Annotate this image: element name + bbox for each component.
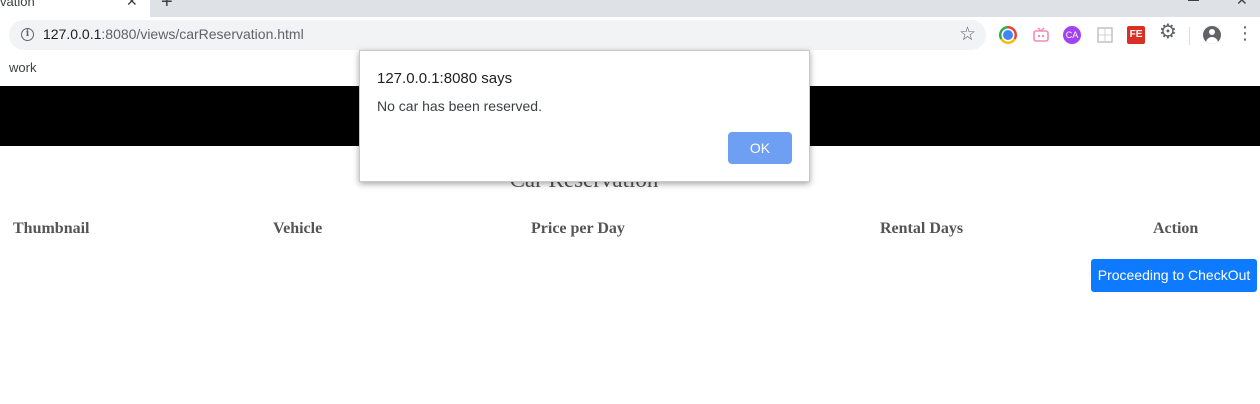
fe-extension-icon[interactable]: FE [1127, 26, 1145, 44]
gear-icon[interactable]: ⚙ [1159, 22, 1179, 42]
url-text[interactable]: 127.0.0.1:8080/views/carReservation.html [43, 26, 304, 42]
checkout-button[interactable]: Proceeding to CheckOut [1091, 259, 1257, 292]
column-rental-days: Rental Days [880, 220, 964, 237]
bookmark-work[interactable]: work [9, 60, 36, 75]
alert-dialog: 127.0.0.1:8080 says No car has been rese… [359, 50, 810, 182]
column-thumbnail: Thumbnail [13, 220, 90, 237]
window-restore-icon[interactable] [1188, 0, 1199, 1]
address-bar[interactable]: i 127.0.0.1:8080/views/carReservation.ht… [9, 20, 986, 50]
new-tab-icon[interactable]: + [161, 0, 173, 14]
browser-tab[interactable]: vation ✕ [0, 0, 150, 17]
site-info-icon[interactable]: i [21, 28, 34, 41]
browser-toolbar: i 127.0.0.1:8080/views/carReservation.ht… [0, 17, 1260, 53]
ca-extension-icon[interactable]: CA [1063, 26, 1081, 44]
column-vehicle: Vehicle [273, 220, 323, 237]
browser-menu-icon[interactable]: ⋮ [1236, 23, 1254, 44]
bookmark-star-icon[interactable]: ☆ [959, 23, 976, 46]
tab-strip: vation ✕ + ✕ [0, 0, 1260, 17]
chrome-extension-icon[interactable] [999, 26, 1017, 44]
tab-close-icon[interactable]: ✕ [126, 0, 138, 10]
column-price-per-day: Price per Day [531, 220, 625, 237]
url-host: 127.0.0.1 [43, 26, 102, 42]
toolbar-divider [1189, 27, 1190, 45]
window-close-icon[interactable]: ✕ [1236, 0, 1248, 9]
account-icon[interactable] [1203, 26, 1221, 44]
tab-title: vation [0, 0, 35, 9]
column-action: Action [1153, 220, 1199, 237]
ok-button[interactable]: OK [728, 132, 792, 164]
alert-message: No car has been reserved. [377, 98, 542, 114]
url-path: :8080/views/carReservation.html [101, 26, 304, 42]
grid-extension-icon[interactable] [1096, 26, 1114, 44]
alert-title: 127.0.0.1:8080 says [377, 70, 513, 87]
tv-extension-icon[interactable] [1032, 26, 1050, 44]
